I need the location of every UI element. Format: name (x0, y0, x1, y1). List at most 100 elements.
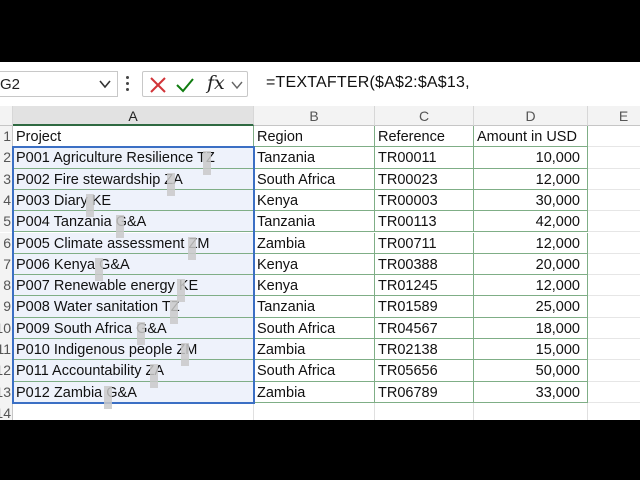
row-header[interactable]: 3 (0, 168, 13, 190)
table-cell[interactable]: Zambia (254, 232, 375, 254)
empty-cell[interactable] (588, 403, 640, 420)
row-header[interactable]: 11 (0, 339, 13, 361)
row-header[interactable]: 6 (0, 232, 13, 254)
row-number: 14 (0, 404, 11, 420)
table-cell[interactable]: P008 Water sanitation TZ (13, 296, 254, 318)
enter-check-icon[interactable] (175, 76, 195, 94)
table-header-cell[interactable]: Region (254, 126, 375, 148)
empty-cell[interactable] (588, 296, 640, 318)
table-cell[interactable]: Zambia (254, 339, 375, 361)
table-cell[interactable]: TR01589 (375, 296, 474, 318)
table-cell[interactable]: P009 South Africa G&A (13, 317, 254, 339)
row-header[interactable]: 8 (0, 275, 13, 297)
table-cell[interactable]: TR04567 (375, 317, 474, 339)
table-cell[interactable]: TR05656 (375, 360, 474, 382)
table-cell[interactable]: P001 Agriculture Resilience TZ (13, 147, 254, 169)
empty-cell[interactable] (588, 211, 640, 233)
table-cell[interactable]: TR00388 (375, 253, 474, 276)
table-cell[interactable]: P003 Diary KE (13, 189, 254, 212)
table-cell[interactable]: 15,000 (474, 339, 588, 361)
table-cell[interactable]: TR00023 (375, 168, 474, 190)
row-header[interactable]: 9 (0, 296, 13, 318)
table-header-cell[interactable]: Reference (375, 126, 474, 148)
table-cell[interactable]: Tanzania (254, 211, 375, 233)
table-header-cell[interactable]: Project (13, 126, 254, 148)
table-cell[interactable]: 18,000 (474, 317, 588, 339)
empty-cell[interactable] (588, 275, 640, 297)
empty-cell[interactable] (254, 402, 375, 420)
empty-cell[interactable] (375, 402, 474, 420)
table-cell[interactable]: 10,000 (474, 147, 588, 169)
table-cell[interactable]: 33,000 (474, 381, 588, 403)
table-cell[interactable]: TR06789 (375, 381, 474, 403)
table-cell[interactable]: P012 Zambia G&A (13, 381, 254, 403)
table-cell[interactable]: 30,000 (474, 189, 588, 212)
table-cell[interactable]: P006 Kenya G&A (13, 253, 254, 276)
column-header-d[interactable]: D (474, 106, 588, 126)
table-cell[interactable]: TR01245 (375, 275, 474, 297)
table-cell[interactable]: P002 Fire stewardship ZA (13, 168, 254, 190)
cancel-icon[interactable] (149, 76, 167, 94)
table-cell[interactable]: 12,000 (474, 232, 588, 254)
empty-cell[interactable] (588, 169, 640, 190)
table-header-cell[interactable]: Amount in USD (474, 126, 588, 148)
formula-input[interactable]: =TEXTAFTER($A$2:$A$13, (266, 74, 470, 92)
table-cell[interactable]: Zambia (254, 381, 375, 403)
table-cell[interactable]: P004 Tanzania G&A (13, 211, 254, 233)
worksheet-grid[interactable]: ABCDE1234567891011121314ProjectRegionRef… (0, 106, 640, 420)
row-header[interactable]: 10 (0, 317, 13, 339)
select-all-corner[interactable] (0, 106, 13, 126)
row-header[interactable]: 5 (0, 211, 13, 233)
column-header-e[interactable]: E (588, 106, 640, 126)
empty-cell[interactable] (588, 126, 640, 148)
table-cell[interactable]: TR00011 (375, 147, 474, 169)
row-header[interactable]: 4 (0, 189, 13, 212)
row-header[interactable]: 2 (0, 147, 13, 169)
table-cell[interactable]: 12,000 (474, 168, 588, 190)
table-cell[interactable]: P005 Climate assessment ZM (13, 232, 254, 254)
table-cell[interactable]: South Africa (254, 168, 375, 190)
table-cell[interactable]: 20,000 (474, 253, 588, 276)
empty-cell[interactable] (474, 402, 588, 420)
row-header[interactable]: 7 (0, 253, 13, 276)
empty-cell[interactable] (588, 190, 640, 212)
table-cell[interactable]: 50,000 (474, 360, 588, 382)
empty-cell[interactable] (588, 382, 640, 403)
table-cell[interactable]: Tanzania (254, 296, 375, 318)
table-cell[interactable]: TR02138 (375, 339, 474, 361)
row-header[interactable]: 1 (0, 126, 13, 148)
name-box[interactable]: G2 (0, 71, 118, 97)
table-cell[interactable]: TR00003 (375, 189, 474, 212)
table-cell[interactable]: 25,000 (474, 296, 588, 318)
table-cell[interactable]: 12,000 (474, 275, 588, 297)
table-cell[interactable]: Tanzania (254, 147, 375, 169)
table-cell[interactable]: South Africa (254, 317, 375, 339)
empty-cell[interactable] (13, 402, 254, 420)
column-header-a[interactable]: A (13, 106, 254, 126)
empty-cell[interactable] (588, 147, 640, 169)
table-cell[interactable]: Kenya (254, 275, 375, 297)
table-cell[interactable]: P007 Renewable energy KE (13, 275, 254, 297)
row-header[interactable]: 12 (0, 360, 13, 382)
chevron-down-icon[interactable] (231, 80, 243, 90)
table-cell[interactable]: P010 Indigenous people ZM (13, 339, 254, 361)
table-cell[interactable]: TR00113 (375, 211, 474, 233)
table-cell[interactable]: P011 Accountability ZA (13, 360, 254, 382)
empty-cell[interactable] (588, 233, 640, 254)
table-cell[interactable]: Kenya (254, 253, 375, 276)
more-options-icon[interactable] (126, 76, 130, 92)
row-header[interactable]: 13 (0, 381, 13, 403)
column-header-c[interactable]: C (375, 106, 474, 126)
table-cell[interactable]: South Africa (254, 360, 375, 382)
table-cell[interactable]: 42,000 (474, 211, 588, 233)
insert-function-icon[interactable]: fx (207, 72, 225, 94)
empty-cell[interactable] (588, 254, 640, 276)
empty-cell[interactable] (588, 339, 640, 361)
chevron-down-icon[interactable] (99, 79, 111, 89)
column-header-b[interactable]: B (254, 106, 375, 126)
table-cell[interactable]: TR00711 (375, 232, 474, 254)
empty-cell[interactable] (588, 318, 640, 339)
empty-cell[interactable] (588, 360, 640, 382)
row-header[interactable]: 14 (0, 402, 13, 420)
table-cell[interactable]: Kenya (254, 189, 375, 212)
